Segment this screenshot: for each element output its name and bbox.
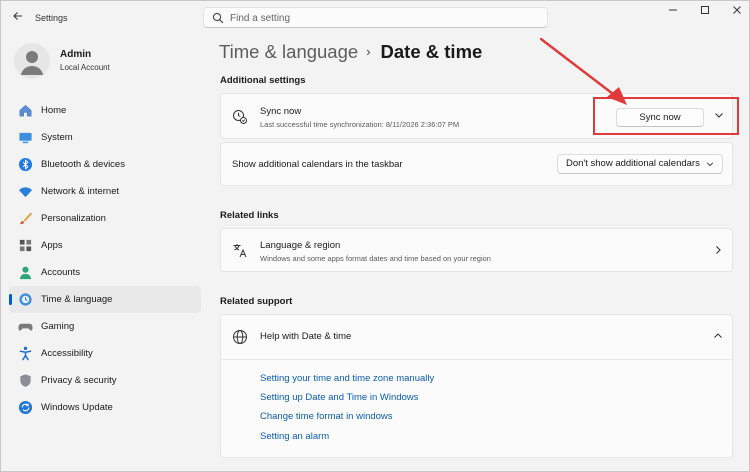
search-box[interactable] — [203, 7, 548, 28]
search-icon — [212, 12, 224, 24]
page-title: Date & time — [380, 41, 483, 62]
accessibility-icon — [19, 346, 32, 361]
breadcrumb: Time & language › Date & time — [219, 41, 482, 63]
avatar[interactable] — [14, 43, 50, 79]
sidebar-item-label: Home — [41, 105, 67, 116]
help-link[interactable]: Setting an alarm — [260, 431, 329, 442]
sidebar-nav: Home System Bluetooth & devices Network … — [9, 97, 201, 421]
help-date-time-header[interactable]: Help with Date & time — [221, 315, 732, 359]
wifi-icon — [18, 187, 33, 198]
person-icon — [19, 266, 32, 280]
update-icon — [18, 400, 33, 415]
annotation-arrow — [539, 37, 627, 105]
close-icon — [733, 6, 741, 14]
divider — [221, 359, 732, 360]
breadcrumb-separator: › — [366, 44, 371, 59]
additional-calendars-label: Show additional calendars in the taskbar — [232, 159, 403, 170]
chevron-down-icon — [706, 162, 714, 167]
sidebar-item-time-language[interactable]: Time & language — [9, 286, 201, 313]
maximize-icon — [701, 6, 709, 14]
profile-account-type: Local Account — [60, 63, 110, 72]
arrow-left-icon — [13, 12, 22, 20]
sync-last-time: Last successful time synchronization: 8/… — [260, 120, 460, 129]
language-icon — [233, 244, 247, 258]
back-button[interactable] — [9, 9, 27, 27]
sidebar-item-system[interactable]: System — [9, 124, 201, 151]
chevron-right-icon — [716, 246, 721, 254]
sidebar-item-windows-update[interactable]: Windows Update — [9, 394, 201, 421]
sidebar-item-accounts[interactable]: Accounts — [9, 259, 201, 286]
app-title: Settings — [35, 13, 68, 23]
gamepad-icon — [18, 323, 33, 331]
minimize-button[interactable] — [662, 5, 684, 19]
help-link[interactable]: Setting up Date and Time in Windows — [260, 392, 418, 403]
brush-icon — [19, 212, 33, 225]
sidebar-item-apps[interactable]: Apps — [9, 232, 201, 259]
language-region-subtitle: Windows and some apps format dates and t… — [260, 254, 491, 263]
sidebar-item-label: Windows Update — [41, 402, 113, 413]
language-region-open[interactable] — [713, 245, 723, 258]
sync-title: Sync now — [260, 106, 302, 117]
help-link[interactable]: Setting your time and time zone manually — [260, 373, 434, 384]
sidebar-item-privacy[interactable]: Privacy & security — [9, 367, 201, 394]
sidebar-item-label: Bluetooth & devices — [41, 159, 125, 170]
monitor-icon — [19, 132, 32, 144]
sidebar-item-label: Time & language — [41, 294, 113, 305]
help-link[interactable]: Change time format in windows — [260, 411, 393, 422]
sidebar-item-bluetooth[interactable]: Bluetooth & devices — [9, 151, 201, 178]
section-title-additional-settings: Additional settings — [220, 75, 306, 86]
section-title-related-support: Related support — [220, 296, 293, 307]
sidebar-item-label: Privacy & security — [41, 375, 117, 386]
profile-name: Admin — [60, 49, 92, 60]
sync-clock-icon — [233, 110, 247, 124]
sidebar-item-accessibility[interactable]: Accessibility — [9, 340, 201, 367]
sidebar-item-label: Accessibility — [41, 348, 93, 359]
close-button[interactable] — [726, 5, 748, 19]
dropdown-selected-value: Don't show additional calendars — [566, 158, 700, 169]
title-bar: Settings — [1, 1, 750, 35]
additional-calendars-card: Show additional calendars in the taskbar… — [220, 142, 733, 186]
sidebar-item-label: Network & internet — [41, 186, 120, 197]
sidebar-item-gaming[interactable]: Gaming — [9, 313, 201, 340]
shield-icon — [20, 374, 31, 387]
section-title-related-links: Related links — [220, 210, 279, 221]
sidebar-item-label: Personalization — [41, 213, 106, 224]
home-icon — [19, 104, 32, 117]
help-collapse-button[interactable] — [713, 331, 723, 344]
help-date-time-title: Help with Date & time — [260, 331, 352, 342]
apps-icon — [19, 239, 32, 252]
sidebar-item-label: System — [41, 132, 73, 143]
maximize-button[interactable] — [694, 5, 716, 19]
clock-globe-icon — [19, 293, 32, 306]
sidebar-item-personalization[interactable]: Personalization — [9, 205, 201, 232]
search-input[interactable] — [230, 10, 530, 26]
sidebar-item-label: Gaming — [41, 321, 75, 332]
sidebar-item-label: Apps — [41, 240, 63, 251]
minimize-icon — [669, 9, 677, 11]
sidebar-item-home[interactable]: Home — [9, 97, 201, 124]
language-region-title: Language & region — [260, 240, 341, 251]
sidebar-item-network[interactable]: Network & internet — [9, 178, 201, 205]
sidebar-item-label: Accounts — [41, 267, 81, 278]
additional-calendars-dropdown[interactable]: Don't show additional calendars — [557, 154, 723, 174]
bluetooth-icon — [18, 157, 33, 172]
language-region-card[interactable]: Language & region Windows and some apps … — [220, 228, 733, 272]
globe-icon — [233, 330, 247, 344]
chevron-up-icon — [714, 333, 722, 338]
breadcrumb-parent[interactable]: Time & language — [219, 41, 358, 62]
user-silhouette-icon — [21, 51, 43, 75]
